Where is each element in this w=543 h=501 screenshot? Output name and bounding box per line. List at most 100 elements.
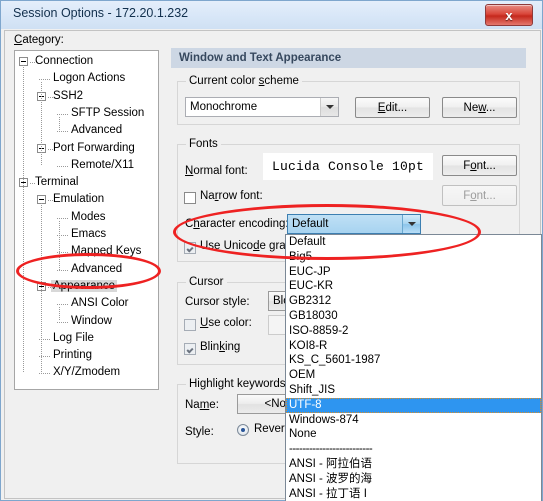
normal-font-button[interactable]: Font... [442, 155, 517, 176]
tree-connector [39, 373, 51, 375]
tree-item-logon-actions[interactable]: Logon Actions [51, 71, 127, 86]
tree-item-connection[interactable]: Connection [33, 54, 95, 69]
dropdown-item[interactable]: ANSI - 阿拉伯语 [286, 457, 541, 472]
tree-item-label: Logon Actions [53, 72, 126, 85]
tree-item-port-forwarding[interactable]: Port Forwarding [51, 141, 137, 156]
tree-item-advanced[interactable]: Advanced [69, 123, 124, 138]
tree-item-label: Emulation [53, 193, 105, 206]
cursor-blinking-label: Blinking [200, 341, 241, 353]
dropdown-item[interactable]: ANSI - 波罗的海 [286, 472, 541, 487]
tree-guide-line [41, 203, 42, 374]
dropdown-item[interactable]: EUC-JP [286, 265, 541, 280]
tree-item-modes[interactable]: Modes [69, 210, 108, 225]
tree-item-label: X/Y/Zmodem [53, 366, 121, 379]
new-button-label: New... [463, 101, 496, 114]
highlight-name-label: Name: [185, 399, 219, 411]
tree-item-label: Mapped Keys [71, 245, 142, 258]
narrow-font-checkbox[interactable] [184, 192, 196, 204]
tree-item-label: Advanced [71, 262, 123, 275]
tree-connector [57, 269, 69, 271]
dropdown-item[interactable]: KOI8-R [286, 339, 541, 354]
cursor-blinking-checkbox[interactable] [184, 343, 196, 355]
panel-title: Window and Text Appearance [171, 48, 526, 68]
tree-guide-line [59, 220, 60, 270]
character-encoding-dropdown-arrow[interactable] [402, 215, 420, 233]
tree-item-advanced[interactable]: Advanced [69, 262, 124, 277]
tree-connector [57, 165, 69, 167]
narrow-font-button-label: Font... [463, 189, 496, 202]
tree-item-mapped-keys[interactable]: Mapped Keys [69, 244, 143, 259]
category-tree[interactable]: Connection Logon Actions SSH2 SFTP Session A… [14, 50, 159, 390]
dropdown-item[interactable]: Shift_JIS [286, 383, 541, 398]
tree-connector [39, 79, 51, 81]
tree-item-label: Appearance [51, 279, 118, 292]
tree-connector [48, 96, 53, 98]
tree-connector [57, 113, 69, 115]
dropdown-item[interactable]: GB18030 [286, 309, 541, 324]
tree-item-label: Window [71, 314, 112, 327]
dropdown-item[interactable]: KS_C_5601-1987 [286, 353, 541, 368]
tree-guide-line [59, 307, 60, 322]
tree-item-emulation[interactable]: Emulation [51, 192, 106, 207]
tree-item-terminal[interactable]: Terminal [33, 175, 80, 190]
tree-item-remote-x11[interactable]: Remote/X11 [69, 158, 136, 173]
close-button[interactable]: x [485, 4, 533, 26]
character-encoding-dropdown-list[interactable]: Default Big5 EUC-JP EUC-KR GB2312 GB18030 ISO-… [285, 234, 542, 501]
tree-guide-line [41, 82, 42, 166]
dropdown-separator: ------------------------- [289, 443, 373, 456]
tree-item-ansi-color[interactable]: ANSI Color [69, 296, 131, 311]
tree-item-window[interactable]: Window [69, 314, 114, 329]
tree-item-sftp-session[interactable]: SFTP Session [69, 106, 146, 121]
character-encoding-value: Default [292, 218, 329, 230]
dropdown-item[interactable]: Windows-874 [286, 413, 541, 428]
tree-item-emacs[interactable]: Emacs [69, 227, 108, 242]
tree-item-label: Log File [53, 331, 94, 344]
tree-item-label: Connection [35, 55, 94, 67]
cursor-group-label: Cursor [186, 276, 227, 288]
tree-connector [57, 304, 69, 306]
category-label: Category: [14, 34, 64, 46]
color-scheme-value: Monochrome [190, 101, 258, 113]
tree-item-x-y-zmodem[interactable]: X/Y/Zmodem [51, 365, 122, 380]
tree-guide-line [59, 116, 60, 132]
window-frame: Session Options - 172.20.1.232 x Categor… [0, 0, 543, 501]
tree-item-log-file[interactable]: Log File [51, 331, 96, 346]
dropdown-item[interactable]: Big5 [286, 250, 541, 265]
dropdown-item[interactable]: None [286, 427, 541, 442]
tree-connector [48, 286, 53, 288]
tree-item-label: Port Forwarding [53, 141, 135, 154]
dropdown-item[interactable]: ISO-8859-2 [286, 324, 541, 339]
color-scheme-group-label: Current color scheme [186, 75, 302, 87]
dropdown-item[interactable]: OEM [286, 368, 541, 383]
tree-item-printing[interactable]: Printing [51, 348, 94, 363]
tree-guide-line [23, 65, 24, 374]
normal-font-label: Normal font: [185, 165, 248, 177]
narrow-font-button[interactable]: Font... [442, 185, 517, 206]
edit-scheme-button[interactable]: Edit... [355, 97, 430, 118]
character-encoding-combo[interactable]: Default [287, 214, 421, 234]
edit-button-label: Edit... [377, 101, 408, 114]
dropdown-item[interactable]: ANSI - 拉丁语 I [286, 487, 541, 501]
tree-connector [57, 131, 69, 133]
tree-item-ssh2[interactable]: SSH2 [51, 89, 85, 104]
tree-item-label: Advanced [71, 124, 123, 137]
dropdown-item[interactable]: UTF-8 [286, 397, 541, 413]
highlight-style-label: Style: [185, 426, 214, 438]
color-scheme-dropdown-arrow[interactable] [320, 98, 338, 116]
color-scheme-combo[interactable]: Monochrome [185, 97, 339, 117]
close-icon: x [505, 7, 513, 23]
dropdown-item[interactable]: Default [286, 235, 541, 250]
tree-item-appearance[interactable]: Appearance [51, 279, 118, 294]
window-title: Session Options - 172.20.1.232 [13, 6, 189, 20]
highlight-style-reverse-radio[interactable] [237, 424, 249, 436]
tree-connector [30, 62, 35, 63]
tree-item-label: Emacs [71, 228, 107, 240]
tree-item-label: Terminal [35, 176, 79, 189]
fonts-group-label: Fonts [186, 138, 221, 150]
dropdown-item[interactable]: GB2312 [286, 294, 541, 309]
unicode-graphics-checkbox[interactable] [184, 242, 196, 254]
cursor-use-color-checkbox[interactable] [184, 319, 196, 331]
new-scheme-button[interactable]: New... [442, 97, 517, 118]
tree-item-label: Modes [71, 210, 106, 223]
dropdown-item[interactable]: EUC-KR [286, 279, 541, 294]
